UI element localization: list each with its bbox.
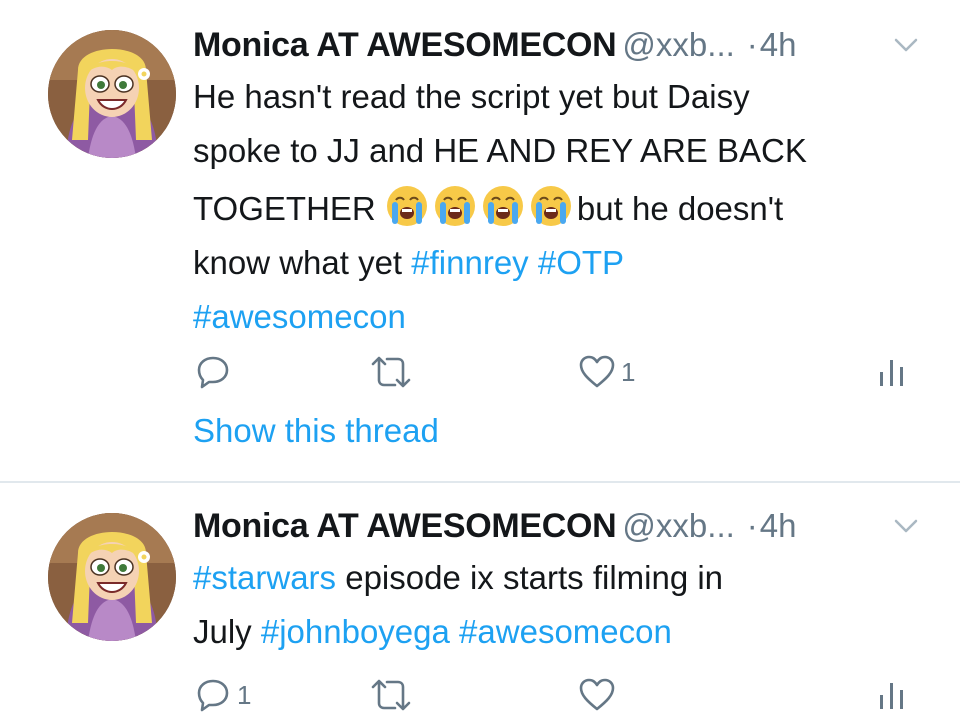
loudly-crying-face-emoji: [529, 184, 573, 228]
analytics-icon: [880, 360, 903, 386]
tweet-line: He hasn't read the script yet but Daisy: [193, 78, 750, 115]
avatar-image: [48, 513, 176, 641]
hashtag-link[interactable]: #awesomecon: [459, 613, 672, 650]
show-thread-link[interactable]: Show this thread: [193, 412, 439, 450]
reply-count: 1: [237, 679, 252, 710]
tweet[interactable]: Monica AT AWESOMECON @xxb... ·4h He hasn't…: [0, 0, 960, 482]
reply-icon: [197, 679, 229, 712]
avatar-image: [48, 30, 176, 158]
heart-icon: [579, 355, 615, 388]
tweet-line: know what yet #finnrey #OTP: [193, 236, 933, 290]
tweet-text-fragment: TOGETHER: [193, 190, 385, 227]
avatar[interactable]: [48, 30, 176, 158]
tweet-line: spoke to JJ and HE AND REY ARE BACK: [193, 132, 807, 169]
tweet[interactable]: Monica AT AWESOMECON @xxb... ·4h #starwars…: [0, 483, 960, 723]
tweet-text: #starwars episode ix starts filming in J…: [193, 551, 933, 659]
tweet-time[interactable]: 4h: [760, 26, 797, 63]
separator-dot: ·: [746, 507, 758, 544]
author-name[interactable]: Monica AT AWESOMECON: [193, 507, 617, 545]
chevron-down-icon[interactable]: [893, 36, 919, 54]
analytics-icon: [880, 683, 903, 709]
tweet-text-fragment: but he doesn't: [576, 190, 784, 227]
like-count: 1: [621, 356, 636, 387]
heart-icon: [579, 678, 615, 711]
hashtag-link[interactable]: #OTP: [538, 244, 624, 281]
analytics-button[interactable]: [877, 350, 907, 394]
tweet-header: Monica AT AWESOMECON @xxb... ·4h: [193, 507, 923, 551]
like-button[interactable]: 1: [577, 350, 635, 394]
tweet-header: Monica AT AWESOMECON @xxb... ·4h: [193, 26, 923, 70]
tweet-text-fragment: July: [193, 613, 261, 650]
retweet-button[interactable]: [367, 350, 415, 394]
reply-button[interactable]: [193, 350, 233, 394]
hashtag-link[interactable]: #johnboyega: [261, 613, 450, 650]
tweet-line: #awesomecon: [193, 290, 933, 344]
hashtag-link[interactable]: #awesomecon: [193, 298, 406, 335]
loudly-crying-face-emoji: [385, 184, 429, 228]
tweet-line: #starwars episode ix starts filming in: [193, 551, 933, 605]
analytics-button[interactable]: [877, 673, 907, 717]
tweet-text-fragment: episode ix starts filming in: [336, 559, 724, 596]
separator-dot: ·: [746, 26, 758, 63]
tweet-actions: 1: [193, 350, 913, 394]
hashtag-link[interactable]: #finnrey: [411, 244, 528, 281]
author-handle[interactable]: @xxb...: [622, 26, 734, 63]
reply-icon: [197, 356, 229, 389]
retweet-icon: [371, 356, 411, 388]
reply-button[interactable]: 1: [193, 673, 251, 717]
tweet-line: July #johnboyega #awesomecon: [193, 605, 933, 659]
retweet-icon: [371, 679, 411, 711]
tweet-line: TOGETHER but he doesn't: [193, 182, 933, 236]
loudly-crying-face-emoji: [481, 184, 525, 228]
tweet-actions: 1: [193, 673, 913, 717]
hashtag-link[interactable]: #starwars: [193, 559, 336, 596]
avatar[interactable]: [48, 513, 176, 641]
tweet-text-fragment: know what yet: [193, 244, 412, 281]
retweet-button[interactable]: [367, 673, 415, 717]
author-name[interactable]: Monica AT AWESOMECON: [193, 26, 617, 64]
author-handle[interactable]: @xxb...: [622, 507, 734, 544]
loudly-crying-face-emoji: [433, 184, 477, 228]
tweet-time[interactable]: 4h: [760, 507, 797, 544]
like-button[interactable]: [577, 673, 617, 717]
chevron-down-icon[interactable]: [893, 517, 919, 535]
tweet-text: He hasn't read the script yet but Daisy …: [193, 70, 933, 344]
